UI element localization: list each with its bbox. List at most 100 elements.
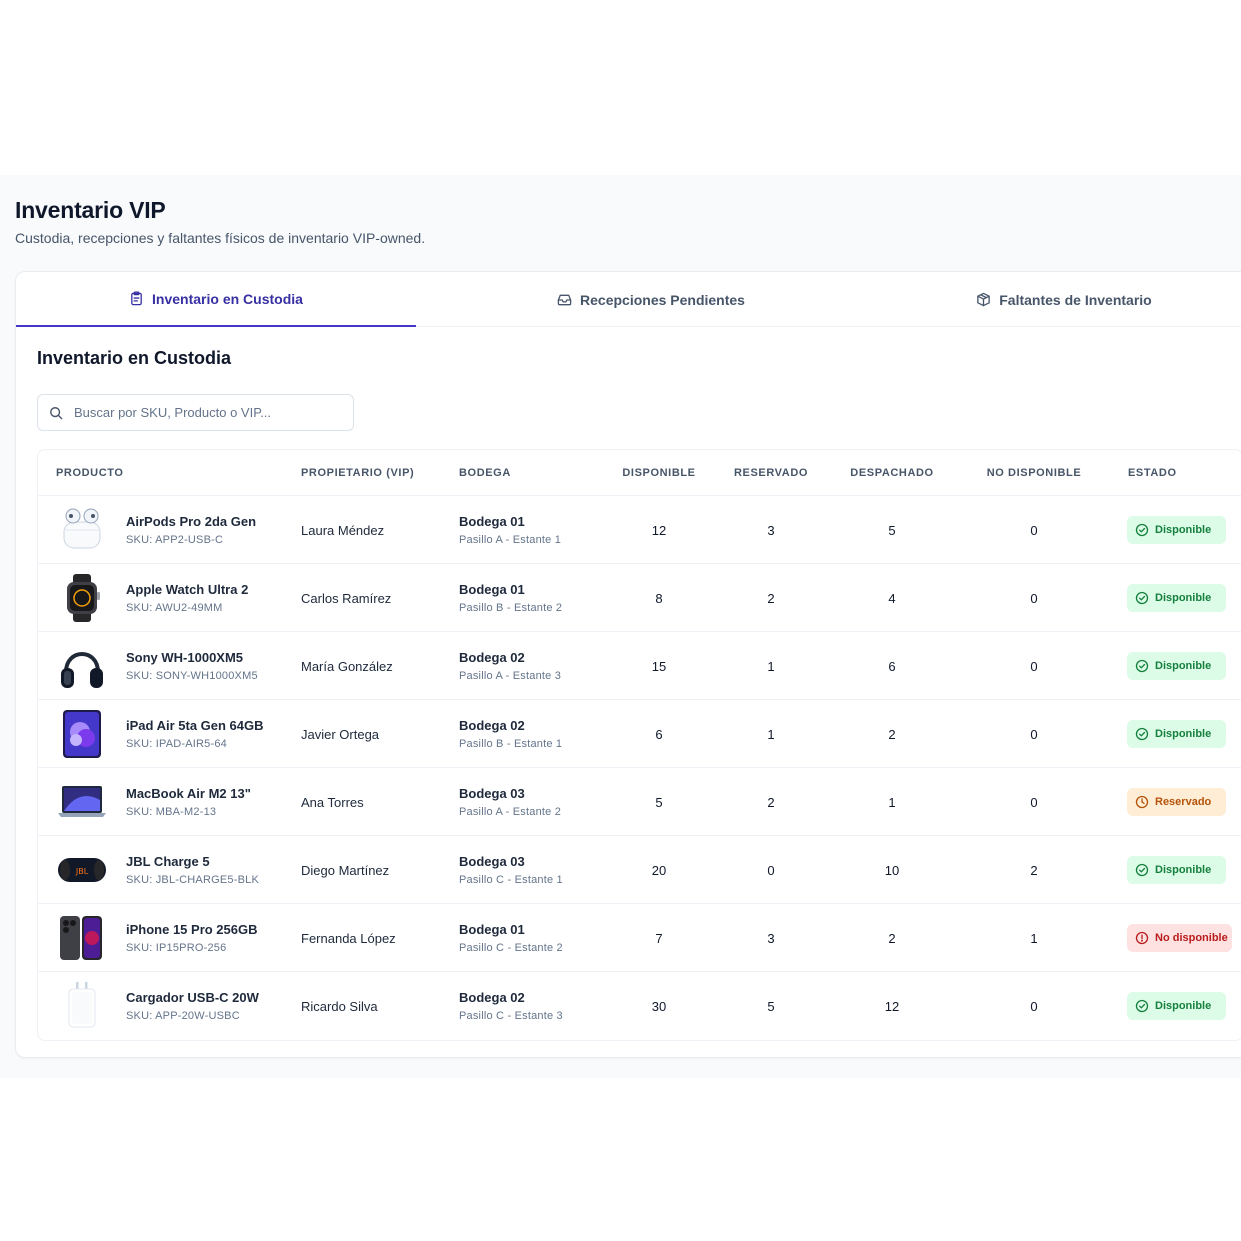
cell-no-disponible: 0	[1030, 591, 1038, 606]
clipboard-icon	[131, 291, 142, 306]
alert-circle-icon	[1135, 931, 1149, 945]
cell-no-disponible: 0	[1030, 999, 1038, 1014]
product-name: MacBook Air M2 13"	[126, 786, 251, 801]
cell-disponible: 7	[655, 931, 663, 946]
owner-name: Diego Martínez	[301, 863, 390, 878]
warehouse-name: Bodega 01	[459, 582, 525, 597]
tab-faltantes-inventario[interactable]: Faltantes de Inventario	[886, 272, 1241, 327]
cell-reservado: 2	[767, 591, 775, 606]
clock-icon	[1135, 795, 1149, 809]
table-row[interactable]: Cargador USB-C 20W SKU: APP-20W-USBC Ricar…	[38, 972, 1241, 1040]
cell-despachado: 12	[884, 999, 900, 1014]
check-circle-icon	[1135, 999, 1149, 1013]
page-title: Inventario VIP	[15, 197, 166, 223]
tablet-image	[56, 710, 108, 758]
cell-despachado: 5	[888, 523, 896, 538]
cell-despachado: 1	[888, 795, 896, 810]
status-label: Disponible	[1155, 660, 1212, 672]
warehouse-location: Pasillo C - Estante 3	[459, 1010, 563, 1022]
tab-inventario-custodia[interactable]: Inventario en Custodia	[16, 272, 416, 327]
status-badge: Disponible	[1127, 856, 1226, 884]
product-name: Cargador USB-C 20W	[126, 990, 259, 1005]
status-label: Disponible	[1155, 592, 1212, 604]
product-name: iPad Air 5ta Gen 64GB	[126, 718, 264, 733]
table-row[interactable]: Apple Watch Ultra 2 SKU: AWU2-49MM Carlos …	[38, 564, 1241, 632]
warehouse-location: Pasillo A - Estante 3	[459, 670, 562, 682]
headphones-image	[56, 642, 108, 690]
inbox-icon	[557, 294, 572, 306]
cell-reservado: 0	[767, 863, 775, 878]
product-sku: SKU: MBA-M2-13	[126, 806, 217, 818]
warehouse-name: Bodega 02	[459, 718, 525, 733]
cell-despachado: 2	[888, 931, 896, 946]
status-badge: Disponible	[1127, 992, 1226, 1020]
owner-name: Carlos Ramírez	[301, 591, 392, 606]
product-sku: SKU: AWU2-49MM	[126, 602, 223, 614]
status-badge: No disponible	[1127, 924, 1232, 952]
page-area: Inventario VIP Custodia, recepciones y f…	[0, 175, 1241, 1078]
warehouse-location: Pasillo B - Estante 1	[459, 738, 563, 750]
inventory-table: PRODUCTO PROPIETARIO (VIP) BODEGA DISPON…	[37, 449, 1241, 1041]
phone-image	[56, 914, 108, 962]
cell-despachado: 10	[884, 863, 900, 878]
check-circle-icon	[1135, 727, 1149, 741]
check-circle-icon	[1135, 863, 1149, 877]
table-row[interactable]: iPhone 15 Pro 256GB SKU: IP15PRO-256 Ferna…	[38, 904, 1241, 972]
cell-disponible: 30	[651, 999, 667, 1014]
warehouse-name: Bodega 03	[459, 854, 525, 869]
airpods-image	[56, 506, 108, 554]
check-circle-icon	[1135, 523, 1149, 537]
product-sku: SKU: IP15PRO-256	[126, 942, 227, 954]
warehouse-location: Pasillo C - Estante 2	[459, 942, 563, 954]
check-circle-icon	[1135, 659, 1149, 673]
product-sku: SKU: IPAD-AIR5-64	[126, 738, 228, 750]
cell-disponible: 15	[651, 659, 667, 674]
cell-reservado: 1	[767, 659, 775, 674]
cell-disponible: 6	[655, 727, 663, 742]
cell-no-disponible: 0	[1030, 727, 1038, 742]
search-input[interactable]	[74, 405, 334, 420]
cell-no-disponible: 0	[1030, 523, 1038, 538]
product-sku: SKU: APP-20W-USBC	[126, 1010, 240, 1022]
warehouse-name: Bodega 01	[459, 922, 525, 937]
status-badge: Disponible	[1127, 516, 1226, 544]
column-header-despachado: DESPACHADO	[850, 467, 934, 479]
speaker-image: JBL	[56, 846, 108, 894]
column-header-estado: ESTADO	[1128, 467, 1177, 479]
cell-no-disponible: 2	[1030, 863, 1038, 878]
table-row[interactable]: MacBook Air M2 13" SKU: MBA-M2-13 Ana Torr…	[38, 768, 1241, 836]
cell-no-disponible: 0	[1030, 659, 1038, 674]
check-circle-icon	[1135, 591, 1149, 605]
warehouse-location: Pasillo A - Estante 1	[459, 534, 562, 546]
status-badge: Disponible	[1127, 652, 1226, 680]
column-header-propietario: PROPIETARIO (VIP)	[301, 467, 415, 479]
cell-disponible: 5	[655, 795, 663, 810]
tab-label: Faltantes de Inventario	[999, 291, 1152, 308]
table-row[interactable]: Sony WH-1000XM5 SKU: SONY-WH1000XM5 María …	[38, 632, 1241, 700]
warehouse-location: Pasillo C - Estante 1	[459, 874, 563, 886]
page-subtitle: Custodia, recepciones y faltantes físico…	[15, 230, 426, 246]
product-name: Sony WH-1000XM5	[126, 650, 244, 665]
product-name: JBL Charge 5	[126, 854, 210, 869]
table-row[interactable]: iPad Air 5ta Gen 64GB SKU: IPAD-AIR5-64 Ja…	[38, 700, 1241, 768]
owner-name: Laura Méndez	[301, 523, 385, 538]
search-box[interactable]	[37, 394, 354, 431]
cell-despachado: 4	[888, 591, 896, 606]
cell-no-disponible: 0	[1030, 795, 1038, 810]
status-label: No disponible	[1155, 932, 1228, 944]
cell-disponible: 8	[655, 591, 663, 606]
product-name: Apple Watch Ultra 2	[126, 582, 249, 597]
status-label: Reservado	[1155, 796, 1212, 808]
cell-despachado: 2	[888, 727, 896, 742]
product-sku: SKU: SONY-WH1000XM5	[126, 670, 258, 682]
product-sku: SKU: APP2-USB-C	[126, 534, 224, 546]
tab-recepciones-pendientes[interactable]: Recepciones Pendientes	[416, 272, 886, 327]
cell-reservado: 5	[767, 999, 775, 1014]
table-row[interactable]: JBL JBL Charge 5 SKU: JBL-CHARGE5-BLK Diego…	[38, 836, 1241, 904]
product-name: AirPods Pro 2da Gen	[126, 514, 257, 529]
owner-name: Ana Torres	[301, 795, 364, 810]
cell-disponible: 20	[651, 863, 667, 878]
table-row[interactable]: AirPods Pro 2da Gen SKU: APP2-USB-C Laura …	[38, 496, 1241, 564]
section-title: Inventario en Custodia	[37, 348, 232, 368]
warehouse-name: Bodega 02	[459, 650, 525, 665]
